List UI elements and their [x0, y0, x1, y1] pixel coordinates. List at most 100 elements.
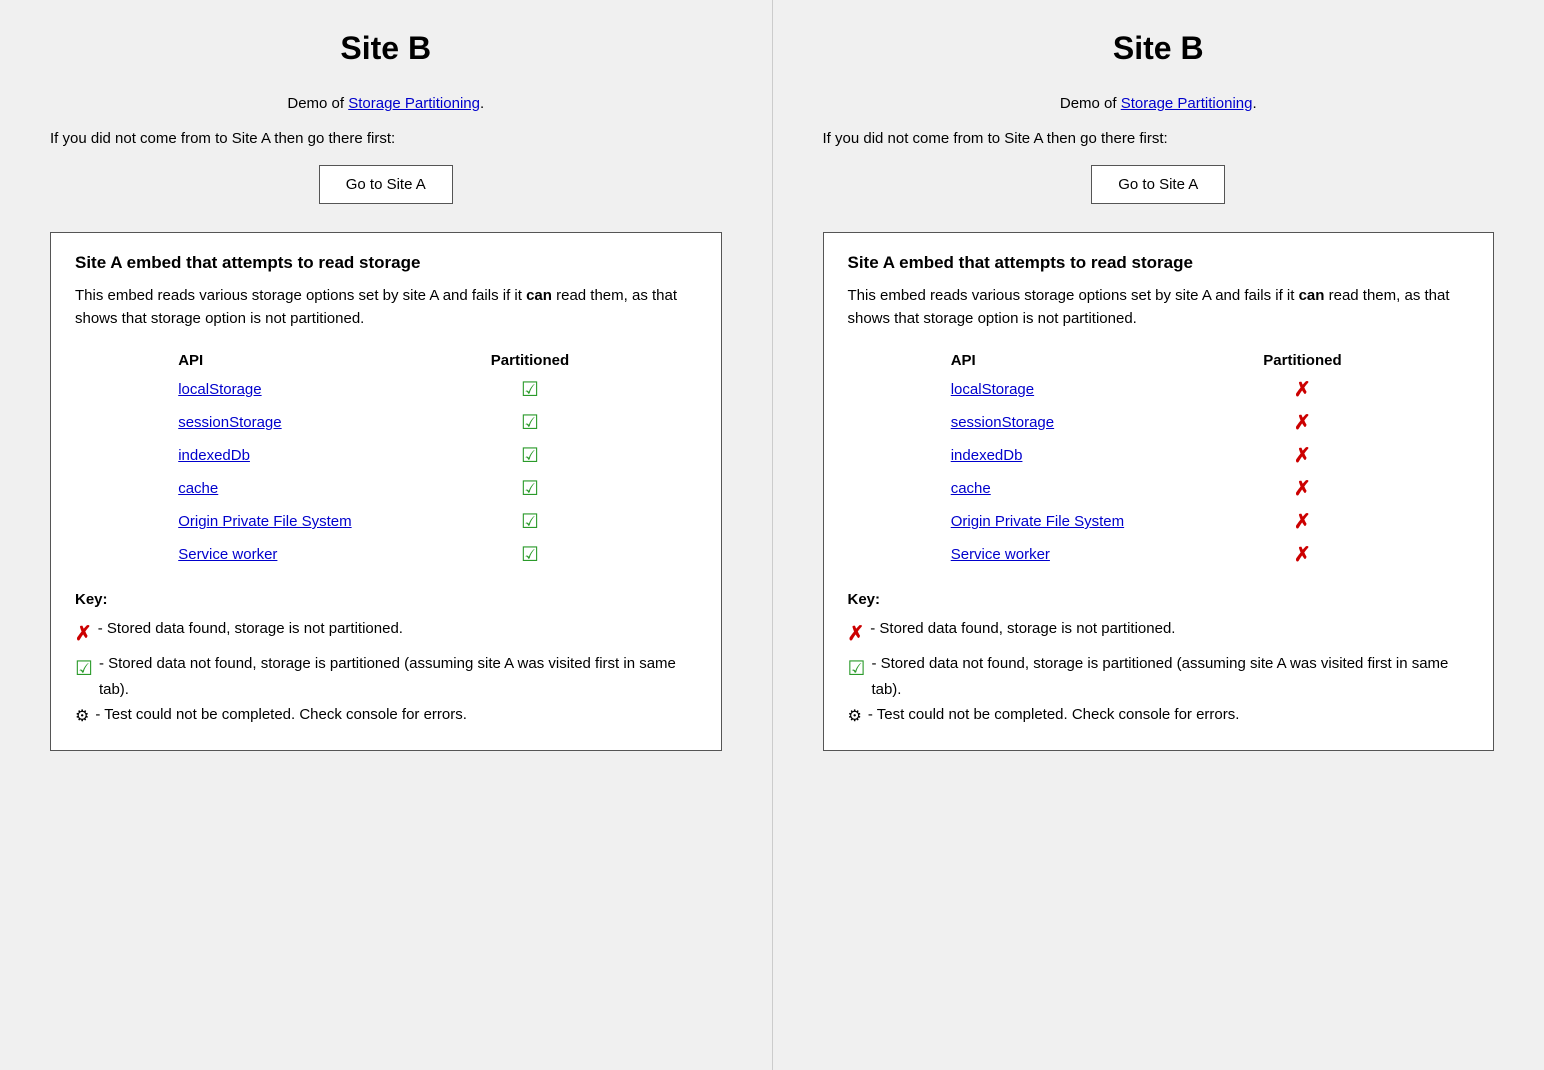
- api-link-sessionstorage[interactable]: sessionStorage: [178, 414, 281, 431]
- demo-line: Demo of Storage Partitioning.: [50, 95, 722, 112]
- panel-title: Site B: [50, 30, 722, 67]
- cross-icon: ✗: [1294, 544, 1311, 566]
- demo-period: .: [1252, 95, 1256, 112]
- cross-icon: ✗: [1294, 412, 1311, 434]
- key-item: ☑ - Stored data not found, storage is pa…: [848, 651, 1470, 702]
- status-cell: ✗: [1229, 439, 1376, 472]
- api-column-header: API: [941, 348, 1229, 373]
- api-column-header: API: [168, 348, 456, 373]
- embed-description: This embed reads various storage options…: [848, 285, 1470, 330]
- table-row: sessionStorage ☑: [168, 406, 603, 439]
- partitioned-column-header: Partitioned: [457, 348, 604, 373]
- api-cell: Service worker: [168, 538, 456, 571]
- storage-partitioning-link[interactable]: Storage Partitioning: [348, 95, 480, 112]
- status-cell: ✗: [1229, 538, 1376, 571]
- status-cell: ✗: [1229, 472, 1376, 505]
- api-link-cache[interactable]: cache: [951, 480, 991, 497]
- api-link-indexeddb[interactable]: indexedDb: [951, 447, 1023, 464]
- key-warning-icon: ⚙: [848, 703, 862, 730]
- api-link-service-worker[interactable]: Service worker: [951, 546, 1050, 563]
- storage-partitioning-link[interactable]: Storage Partitioning: [1121, 95, 1253, 112]
- status-cell: ☑: [457, 538, 604, 571]
- key-item-text: - Stored data not found, storage is part…: [871, 651, 1469, 702]
- key-item-text: - Stored data found, storage is not part…: [870, 616, 1469, 642]
- status-cell: ✗: [1229, 373, 1376, 406]
- demo-period: .: [480, 95, 484, 112]
- key-item: ✗ - Stored data found, storage is not pa…: [848, 616, 1470, 651]
- emphasis-can: can: [526, 287, 552, 304]
- api-link-localstorage[interactable]: localStorage: [178, 381, 261, 398]
- panel-left: Site B Demo of Storage Partitioning. If …: [0, 0, 773, 1070]
- api-link-indexeddb[interactable]: indexedDb: [178, 447, 250, 464]
- emphasis-can: can: [1299, 287, 1325, 304]
- api-cell: cache: [168, 472, 456, 505]
- table-header-row: API Partitioned: [941, 348, 1376, 373]
- key-section: Key: ✗ - Stored data found, storage is n…: [75, 591, 697, 730]
- key-item-text: - Test could not be completed. Check con…: [868, 702, 1469, 728]
- key-item: ✗ - Stored data found, storage is not pa…: [75, 616, 697, 651]
- key-item: ⚙ - Test could not be completed. Check c…: [75, 702, 697, 730]
- key-cross-icon: ✗: [848, 617, 865, 651]
- table-row: localStorage ✗: [941, 373, 1376, 406]
- api-link-cache[interactable]: cache: [178, 480, 218, 497]
- key-check-icon: ☑: [848, 652, 866, 686]
- embed-box: Site A embed that attempts to read stora…: [823, 232, 1495, 751]
- panel-right: Site B Demo of Storage Partitioning. If …: [773, 0, 1544, 1070]
- key-list: ✗ - Stored data found, storage is not pa…: [848, 616, 1470, 730]
- status-cell: ☑: [457, 439, 604, 472]
- api-link-localstorage[interactable]: localStorage: [951, 381, 1034, 398]
- key-cross-icon: ✗: [75, 617, 92, 651]
- api-cell: localStorage: [168, 373, 456, 406]
- api-cell: sessionStorage: [168, 406, 456, 439]
- api-cell: Origin Private File System: [941, 505, 1229, 538]
- api-cell: Service worker: [941, 538, 1229, 571]
- goto-site-a-button[interactable]: Go to Site A: [319, 165, 453, 204]
- goto-btn-wrapper: Go to Site A: [50, 165, 722, 204]
- panel-title: Site B: [823, 30, 1495, 67]
- key-warning-icon: ⚙: [75, 703, 89, 730]
- api-link-sessionstorage[interactable]: sessionStorage: [951, 414, 1054, 431]
- status-cell: ☑: [457, 505, 604, 538]
- table-row: Origin Private File System ✗: [941, 505, 1376, 538]
- instructions-text: If you did not come from to Site A then …: [50, 130, 722, 147]
- key-section: Key: ✗ - Stored data found, storage is n…: [848, 591, 1470, 730]
- api-link-service-worker[interactable]: Service worker: [178, 546, 277, 563]
- api-cell: cache: [941, 472, 1229, 505]
- key-title: Key:: [848, 591, 1470, 608]
- api-cell: localStorage: [941, 373, 1229, 406]
- partitioned-column-header: Partitioned: [1229, 348, 1376, 373]
- table-row: cache ☑: [168, 472, 603, 505]
- key-title: Key:: [75, 591, 697, 608]
- embed-description: This embed reads various storage options…: [75, 285, 697, 330]
- table-header-row: API Partitioned: [168, 348, 603, 373]
- storage-table: API Partitioned localStorage ☑ sessionSt…: [168, 348, 603, 571]
- key-item-text: - Stored data not found, storage is part…: [99, 651, 697, 702]
- check-icon: ☑: [521, 511, 539, 533]
- key-item-text: - Test could not be completed. Check con…: [95, 702, 696, 728]
- check-icon: ☑: [521, 412, 539, 434]
- table-row: sessionStorage ✗: [941, 406, 1376, 439]
- demo-line: Demo of Storage Partitioning.: [823, 95, 1495, 112]
- embed-title: Site A embed that attempts to read stora…: [848, 253, 1470, 273]
- api-cell: indexedDb: [941, 439, 1229, 472]
- instructions-text: If you did not come from to Site A then …: [823, 130, 1495, 147]
- status-cell: ✗: [1229, 406, 1376, 439]
- demo-text: Demo of: [1060, 95, 1121, 112]
- api-cell: Origin Private File System: [168, 505, 456, 538]
- api-link-origin-private-file-system[interactable]: Origin Private File System: [951, 513, 1124, 530]
- table-row: localStorage ☑: [168, 373, 603, 406]
- table-row: Origin Private File System ☑: [168, 505, 603, 538]
- goto-btn-wrapper: Go to Site A: [823, 165, 1495, 204]
- embed-title: Site A embed that attempts to read stora…: [75, 253, 697, 273]
- table-row: indexedDb ☑: [168, 439, 603, 472]
- status-cell: ☑: [457, 472, 604, 505]
- embed-box: Site A embed that attempts to read stora…: [50, 232, 722, 751]
- check-icon: ☑: [521, 379, 539, 401]
- table-row: cache ✗: [941, 472, 1376, 505]
- goto-site-a-button[interactable]: Go to Site A: [1091, 165, 1225, 204]
- table-row: Service worker ☑: [168, 538, 603, 571]
- api-link-origin-private-file-system[interactable]: Origin Private File System: [178, 513, 351, 530]
- check-icon: ☑: [521, 445, 539, 467]
- status-cell: ☑: [457, 373, 604, 406]
- cross-icon: ✗: [1294, 445, 1311, 467]
